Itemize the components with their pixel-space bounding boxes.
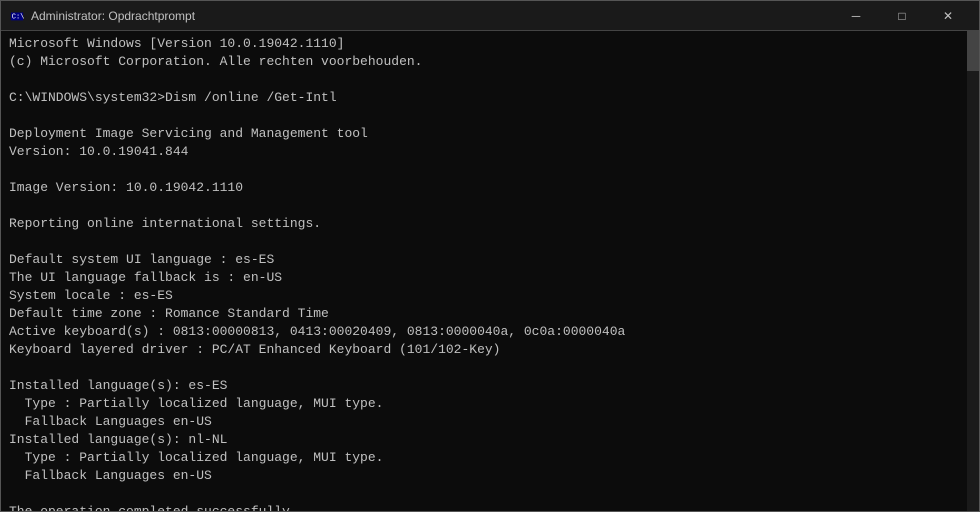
console-line: Reporting online international settings. <box>9 215 971 233</box>
console-line: Deployment Image Servicing and Managemen… <box>9 125 971 143</box>
console-line: The UI language fallback is : en-US <box>9 269 971 287</box>
console-line <box>9 197 971 215</box>
console-line <box>9 107 971 125</box>
console-line: Default time zone : Romance Standard Tim… <box>9 305 971 323</box>
console-line: Installed language(s): es-ES <box>9 377 971 395</box>
scrollbar[interactable] <box>967 31 979 511</box>
console-area[interactable]: Microsoft Windows [Version 10.0.19042.11… <box>1 31 979 511</box>
console-line: C:\WINDOWS\system32>Dism /online /Get-In… <box>9 89 971 107</box>
console-line: Fallback Languages en-US <box>9 467 971 485</box>
close-button[interactable]: ✕ <box>925 1 971 31</box>
console-line: Microsoft Windows [Version 10.0.19042.11… <box>9 35 971 53</box>
console-line <box>9 161 971 179</box>
console-line <box>9 359 971 377</box>
cmd-window: C:\ Administrator: Opdrachtprompt ─ □ ✕ … <box>0 0 980 512</box>
console-line <box>9 485 971 503</box>
scrollbar-thumb[interactable] <box>967 31 979 71</box>
title-bar-controls: ─ □ ✕ <box>833 1 971 31</box>
console-line: System locale : es-ES <box>9 287 971 305</box>
console-line: (c) Microsoft Corporation. Alle rechten … <box>9 53 971 71</box>
console-line: Type : Partially localized language, MUI… <box>9 395 971 413</box>
console-line: Active keyboard(s) : 0813:00000813, 0413… <box>9 323 971 341</box>
console-line: Keyboard layered driver : PC/AT Enhanced… <box>9 341 971 359</box>
console-line: Default system UI language : es-ES <box>9 251 971 269</box>
console-line: Version: 10.0.19041.844 <box>9 143 971 161</box>
svg-text:C:\: C:\ <box>12 13 24 21</box>
cmd-icon: C:\ <box>9 8 25 24</box>
title-bar: C:\ Administrator: Opdrachtprompt ─ □ ✕ <box>1 1 979 31</box>
console-line <box>9 233 971 251</box>
title-bar-text: Administrator: Opdrachtprompt <box>31 9 833 23</box>
console-line <box>9 71 971 89</box>
minimize-button[interactable]: ─ <box>833 1 879 31</box>
console-line: The operation completed successfully. <box>9 503 971 511</box>
console-output: Microsoft Windows [Version 10.0.19042.11… <box>9 35 971 511</box>
console-line: Installed language(s): nl-NL <box>9 431 971 449</box>
console-line: Fallback Languages en-US <box>9 413 971 431</box>
console-line: Type : Partially localized language, MUI… <box>9 449 971 467</box>
console-line: Image Version: 10.0.19042.1110 <box>9 179 971 197</box>
maximize-button[interactable]: □ <box>879 1 925 31</box>
